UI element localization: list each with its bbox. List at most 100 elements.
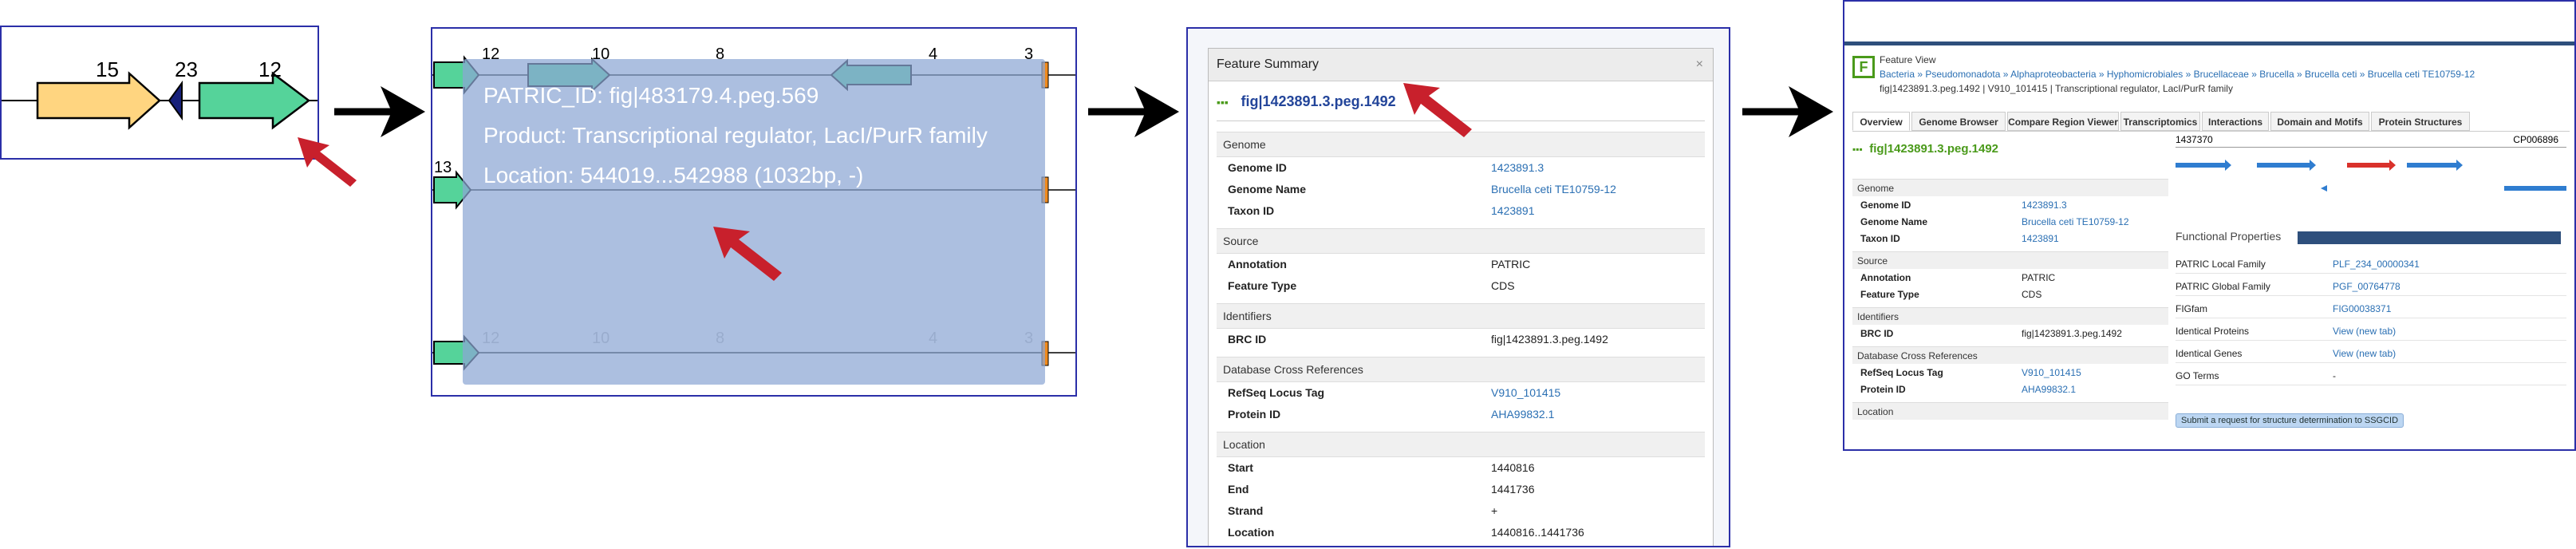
gene-yellow[interactable] (36, 71, 161, 130)
page-subtitle: fig|1423891.3.peg.1492 | V910_101415 | T… (1880, 83, 2233, 94)
functional-bar (2298, 231, 2561, 244)
tab-genome-browser[interactable]: Genome Browser (1911, 112, 2006, 131)
tab-compare-region-viewer[interactable]: Compare Region Viewer (2007, 112, 2119, 131)
functional-label: PATRIC Global Family (2176, 281, 2270, 292)
functional-label: GO Terms (2176, 370, 2219, 381)
tooltip-product: Product: Transcriptional regulator, LacI… (483, 123, 988, 148)
gene-label-23: 23 (175, 57, 198, 81)
field-value[interactable]: Brucella ceti TE10759-12 (2022, 216, 2129, 227)
field-value[interactable]: Brucella ceti TE10759-12 (1491, 180, 1616, 198)
feature-id[interactable]: fig|1423891.3.peg.1492 (1241, 93, 1395, 109)
section-header: Genome (1852, 179, 2168, 196)
functional-title: Functional Properties (2176, 230, 2282, 243)
track-label: 13 (434, 159, 452, 176)
field-value: 1441736 (1491, 483, 1535, 496)
panel-feature-view: F Feature View Bacteria » Pseudomonadota… (1843, 0, 2576, 451)
functional-label: Identical Genes (2176, 348, 2243, 359)
functional-label: FIGfam (2176, 303, 2208, 314)
tooltip-patric-id: PATRIC_ID: fig|483179.4.peg.569 (483, 83, 819, 108)
feature-id: fig|1423891.3.peg.1492 (1869, 142, 1999, 156)
browser-tracks (2176, 160, 2566, 192)
gene-green[interactable] (198, 71, 311, 130)
gene-label-15: 15 (96, 57, 119, 81)
field-label: Location (1228, 526, 1275, 539)
field-value: + (1491, 504, 1498, 517)
row-divider (2176, 340, 2566, 341)
browser-ruler (2176, 147, 2566, 148)
functional-value[interactable]: View (new tab) (2333, 348, 2396, 359)
tab-transcriptomics[interactable]: Transcriptomics (2120, 112, 2200, 131)
field-value[interactable]: 1423891 (1491, 202, 1535, 219)
field-row: Feature Type CDS (1217, 277, 1705, 294)
gene-label-12: 12 (258, 57, 282, 81)
field-label: Start (1228, 461, 1253, 474)
functional-label: Identical Proteins (2176, 326, 2250, 337)
field-label: BRC ID (1860, 328, 1894, 339)
field-value[interactable]: AHA99832.1 (1491, 405, 1554, 423)
functional-value: - (2333, 370, 2336, 381)
field-label: Feature Type (1860, 289, 1919, 300)
feature-icon: ▪▪▪ (1217, 96, 1229, 109)
breadcrumb[interactable]: Bacteria » Pseudomonadota » Alphaproteob… (1880, 69, 2475, 80)
tab-overview[interactable]: Overview (1852, 112, 1910, 131)
field-value[interactable]: V910_101415 (1491, 384, 1560, 401)
field-label: Annotation (1860, 272, 1911, 283)
functional-value[interactable]: View (new tab) (2333, 326, 2396, 337)
field-label: Genome ID (1228, 161, 1287, 174)
field-value: fig|1423891.3.peg.1492 (1491, 333, 1608, 346)
feature-heading: ▪▪▪ fig|1423891.3.peg.1492 (1852, 142, 1998, 156)
section-header: Identifiers (1852, 307, 2168, 325)
row-divider (2176, 273, 2566, 274)
flow-arrow-icon (1088, 86, 1179, 137)
close-icon[interactable]: × (1696, 49, 1703, 81)
tab-protein-structures[interactable]: Protein Structures (2371, 112, 2470, 131)
section-header-database-cross-references: Database Cross References (1217, 357, 1705, 382)
field-row: End 1441736 (1217, 480, 1705, 498)
field-label: RefSeq Locus Tag (1228, 386, 1325, 399)
tab-interactions[interactable]: Interactions (2202, 112, 2269, 131)
feature-icon: ▪▪▪ (1852, 144, 1863, 155)
field-label: Feature Type (1228, 279, 1297, 292)
field-row: Start 1440816 (1217, 459, 1705, 476)
field-value: PATRIC (2022, 272, 2056, 283)
flow-arrow-icon (334, 86, 425, 137)
functional-label: PATRIC Local Family (2176, 259, 2266, 270)
field-row: Protein ID AHA99832.1 (1217, 405, 1705, 423)
section-header: Source (1852, 251, 2168, 269)
field-label: RefSeq Locus Tag (1860, 367, 1943, 378)
field-label: End (1228, 483, 1249, 496)
field-label: Genome Name (1228, 183, 1307, 196)
tab-domain-and-motifs[interactable]: Domain and Motifs (2270, 112, 2369, 131)
functional-value[interactable]: PGF_00764778 (2333, 281, 2400, 292)
pointer-arrow-icon (713, 227, 782, 281)
field-value: 1440816..1441736 (1491, 526, 1584, 539)
field-label: Taxon ID (1228, 204, 1275, 217)
field-value[interactable]: V910_101415 (2022, 367, 2081, 378)
field-row: Taxon ID 1423891 (1217, 202, 1705, 219)
dialog-title: Feature Summary (1217, 57, 1320, 71)
field-value[interactable]: AHA99832.1 (2022, 384, 2076, 395)
panel-compare-region: 12 10 8 4 3 13 12 10 8 4 3 PATRIC_ID: fi… (431, 27, 1077, 397)
field-value[interactable]: 1423891 (2022, 233, 2059, 244)
field-value[interactable]: 1423891.3 (2022, 199, 2067, 211)
field-label: Annotation (1228, 258, 1287, 271)
field-label: BRC ID (1228, 333, 1267, 346)
feature-heading: ▪▪▪ fig|1423891.3.peg.1492 (1217, 93, 1396, 110)
gene-navy[interactable] (168, 80, 183, 121)
section-header-location: Location (1217, 432, 1705, 457)
field-value: CDS (2022, 289, 2042, 300)
gene-cluster-svg: 15 23 12 (2, 57, 318, 130)
field-row: RefSeq Locus Tag V910_101415 (1217, 384, 1705, 401)
field-value: fig|1423891.3.peg.1492 (2022, 328, 2122, 339)
field-row: BRC ID fig|1423891.3.peg.1492 (1217, 330, 1705, 348)
ssgcid-request-button[interactable]: Submit a request for structure determina… (2176, 413, 2404, 428)
field-label: Protein ID (1228, 408, 1281, 421)
functional-value[interactable]: PLF_234_00000341 (2333, 259, 2420, 270)
mini-browser[interactable]: 1437370 CP006896 (2176, 134, 2566, 214)
field-label: Strand (1228, 504, 1264, 517)
field-value[interactable]: 1423891.3 (1491, 159, 1544, 176)
section-header: Location (1852, 402, 2168, 420)
functional-value[interactable]: FIG00038371 (2333, 303, 2391, 314)
flow-arrow-icon (1742, 86, 1833, 137)
section-header: Database Cross References (1852, 346, 2168, 364)
